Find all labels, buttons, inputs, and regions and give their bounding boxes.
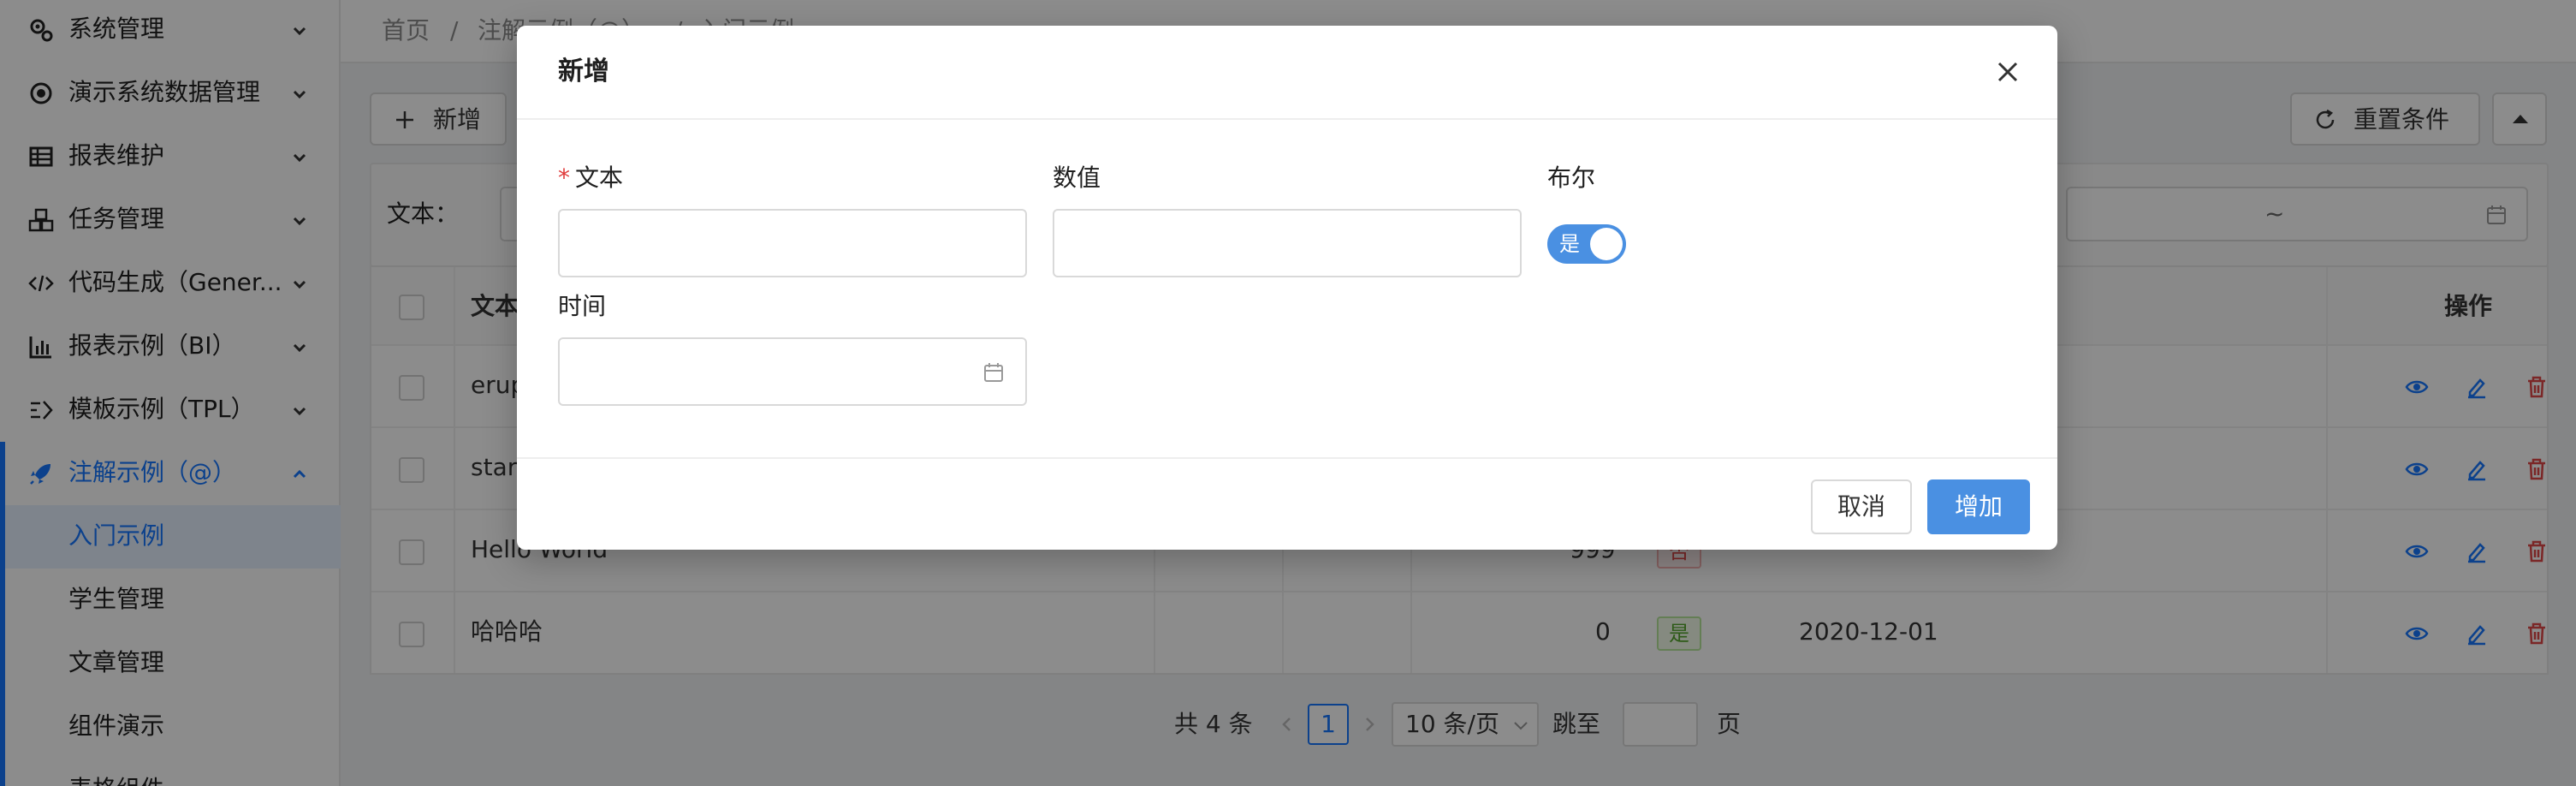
switch-on-text: 是 — [1559, 232, 1580, 256]
calendar-icon — [982, 361, 1005, 384]
confirm-add-button[interactable]: 增加 — [1927, 479, 2030, 534]
modal-divider — [517, 118, 2057, 120]
bool-switch[interactable]: 是 — [1547, 224, 1626, 264]
required-mark: * — [558, 164, 570, 192]
text-field-label: * 文本 — [558, 164, 624, 192]
modal-title: 新增 — [558, 57, 609, 86]
time-field-input[interactable] — [558, 337, 1027, 406]
add-modal: 新增 * 文本 数值 布尔 是 时间 取消 增加 — [517, 26, 2057, 550]
cancel-button[interactable]: 取消 — [1811, 479, 1912, 534]
time-field-label: 时间 — [558, 292, 607, 320]
close-icon[interactable] — [1992, 57, 2023, 87]
number-field-input[interactable] — [1053, 209, 1522, 277]
switch-knob — [1590, 228, 1623, 260]
modal-divider — [517, 457, 2057, 459]
number-field-label: 数值 — [1053, 164, 1101, 192]
bool-field-label: 布尔 — [1547, 164, 1596, 192]
text-field-input[interactable] — [558, 209, 1027, 277]
